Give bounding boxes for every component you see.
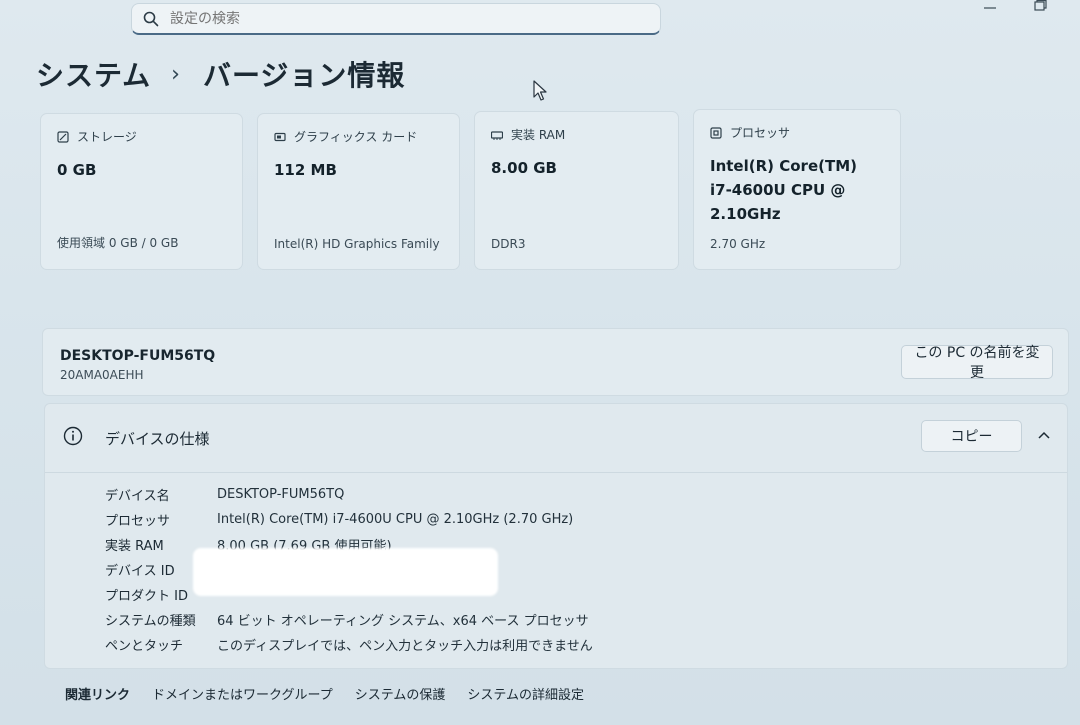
related-links: 関連リンク ドメインまたはワークグループ システムの保護 システムの詳細設定 [65,684,606,703]
spec-row-pen-touch: ペンとタッチ このディスプレイでは、ペン入力とタッチ入力は利用できません [105,632,593,657]
storage-card-value: 0 GB [57,161,97,179]
device-spec-header[interactable]: デバイスの仕様 コピー [45,404,1067,473]
graphics-card-value: 112 MB [274,161,337,179]
pc-model: 20AMA0AEHH [60,368,144,382]
copy-button[interactable]: コピー [921,420,1022,452]
processor-card-title: プロセッサ [730,126,791,140]
ram-icon [491,130,503,140]
redaction-overlay [193,548,498,596]
related-links-label: 関連リンク [65,688,131,703]
link-domain-workgroup[interactable]: ドメインまたはワークグループ [152,684,333,703]
link-advanced-system-settings[interactable]: システムの詳細設定 [467,684,584,703]
processor-card-value: Intel(R) Core(TM) i7-4600U CPU @ 2.10GHz [710,157,857,223]
mouse-cursor-icon [533,80,547,101]
settings-search-box[interactable] [131,3,661,35]
minimize-icon[interactable] [975,0,1005,20]
graphics-card-icon [274,132,286,141]
breadcrumb-separator: › [171,61,181,87]
storage-card[interactable]: ストレージ 0 GB 使用領域 0 GB / 0 GB [40,113,243,270]
device-spec-section: デバイスの仕様 コピー デバイス名 DESKTOP-FUM56TQ プロセッサ … [44,403,1068,669]
search-icon [143,11,159,26]
spec-key: システムの種類 [105,614,196,629]
info-icon [63,426,83,446]
storage-card-sub: 使用領域 0 GB / 0 GB [57,236,179,250]
graphics-card[interactable]: グラフィックス カード 112 MB Intel(R) HD Graphics … [257,113,460,270]
pc-name: DESKTOP-FUM56TQ [60,348,216,364]
restore-icon[interactable] [1025,0,1055,20]
spec-row-device-name: デバイス名 DESKTOP-FUM56TQ [105,482,593,507]
spec-key: プロセッサ [105,514,171,529]
processor-icon [710,126,722,139]
processor-card[interactable]: プロセッサ Intel(R) Core(TM) i7-4600U CPU @ 2… [693,109,901,270]
spec-key: ペンとタッチ [105,639,184,654]
page-title: バージョン情報 [202,59,406,92]
spec-key: デバイス名 [105,489,170,504]
ram-card-sub: DDR3 [491,237,526,251]
device-spec-title: デバイスの仕様 [105,430,210,448]
spec-value: このディスプレイでは、ペン入力とタッチ入力は利用できません [217,639,593,654]
ram-card-title: 実装 RAM [511,128,566,142]
device-name-panel: DESKTOP-FUM56TQ 20AMA0AEHH この PC の名前を変更 [42,328,1069,396]
search-input[interactable] [168,9,622,28]
spec-value: Intel(R) Core(TM) i7-4600U CPU @ 2.10GHz… [217,512,574,527]
breadcrumb-system[interactable]: システム [36,54,151,94]
ram-card[interactable]: 実装 RAM 8.00 GB DDR3 [474,111,679,270]
graphics-card-title: グラフィックス カード [294,130,418,144]
ram-card-value: 8.00 GB [491,159,557,177]
chevron-up-icon[interactable] [1037,430,1051,440]
spec-value: 64 ビット オペレーティング システム、x64 ベース プロセッサ [217,614,589,629]
storage-icon [57,130,69,143]
storage-card-title: ストレージ [77,130,137,144]
spec-row-system-type: システムの種類 64 ビット オペレーティング システム、x64 ベース プロセ… [105,607,593,632]
spec-row-processor: プロセッサ Intel(R) Core(TM) i7-4600U CPU @ 2… [105,507,593,532]
processor-card-sub: 2.70 GHz [710,237,766,251]
rename-pc-button[interactable]: この PC の名前を変更 [901,345,1053,381]
graphics-card-sub: Intel(R) HD Graphics Family [274,237,440,251]
breadcrumb: システム › バージョン情報 [36,54,405,94]
link-system-protection[interactable]: システムの保護 [355,684,446,703]
spec-value: DESKTOP-FUM56TQ [217,487,345,502]
